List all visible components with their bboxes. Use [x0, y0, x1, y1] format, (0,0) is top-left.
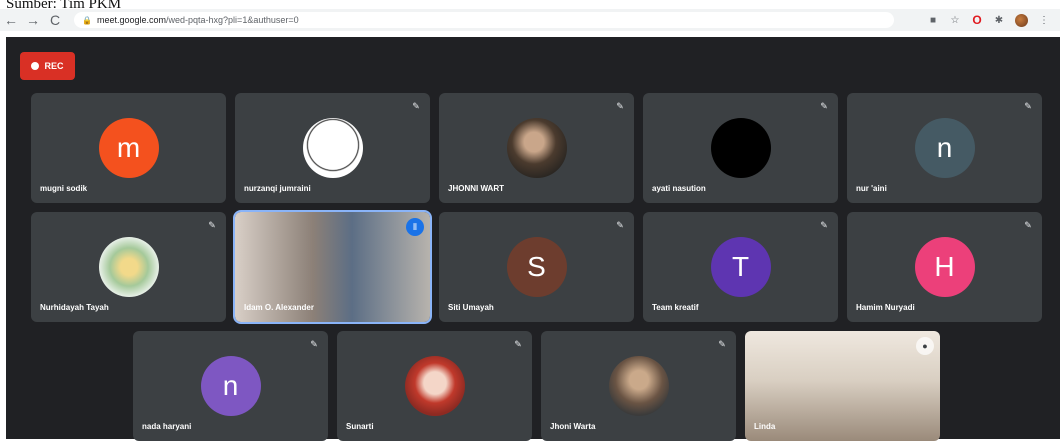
opera-extension-icon[interactable]: O: [971, 13, 983, 27]
participant-name: nur 'aini: [856, 184, 887, 193]
participant-tile[interactable]: n ✎ nur 'aini: [847, 93, 1042, 203]
participant-avatar: [608, 356, 669, 416]
forward-button[interactable]: →: [22, 9, 44, 31]
browser-toolbar: ← → C 🔒 meet.google.com /wed-pqta-hxg?pl…: [0, 9, 1060, 31]
mic-off-icon: ✎: [1024, 220, 1032, 230]
recording-badge: REC: [20, 52, 75, 80]
participant-avatar: [710, 118, 771, 178]
participant-name: Team kreatif: [652, 303, 699, 312]
mic-off-icon: ✎: [1024, 101, 1032, 111]
mic-off-icon: ✎: [514, 339, 522, 349]
participant-avatar: m: [98, 118, 159, 178]
participant-name: nada haryani: [142, 422, 192, 431]
lock-icon: 🔒: [82, 15, 92, 25]
mic-off-icon: ✎: [820, 220, 828, 230]
participant-name: Hamim Nuryadi: [856, 303, 915, 312]
camera-permission-icon[interactable]: ■: [927, 14, 939, 26]
profile-avatar[interactable]: [1015, 13, 1028, 27]
participant-name: Jhoni Warta: [550, 422, 596, 431]
record-dot-icon: [31, 62, 40, 70]
url-path: /wed-pqta-hxg?pli=1&authuser=0: [166, 15, 299, 25]
participant-name: Siti Umayah: [448, 303, 494, 312]
participant-tile[interactable]: H ✎ Hamim Nuryadi: [847, 212, 1042, 322]
participant-name: JHONNI WART: [448, 184, 504, 193]
participant-tile[interactable]: ✎ Jhoni Warta: [541, 331, 736, 441]
participant-avatar: S: [506, 237, 567, 297]
mic-off-icon: ✎: [616, 220, 624, 230]
participant-tile[interactable]: ✎ Nurhidayah Tayah: [31, 212, 226, 322]
mic-off-icon: [207, 101, 217, 112]
menu-dots-icon[interactable]: ⋮: [1038, 14, 1050, 26]
participant-tile[interactable]: ● Linda: [745, 331, 940, 441]
extension-puzzle-icon[interactable]: ✱: [993, 14, 1005, 26]
participant-tile[interactable]: ✎ nurzanqi jumraini: [235, 93, 430, 203]
meet-stage: REC m mugni sodik ✎ nurzanqi jumraini ✎ JHONN…: [6, 37, 1060, 441]
pin-icon[interactable]: ●: [916, 337, 934, 355]
participant-tile[interactable]: ✎ JHONNI WART: [439, 93, 634, 203]
participant-avatar: [506, 118, 567, 178]
reload-button[interactable]: C: [44, 9, 66, 31]
mic-off-icon: ✎: [412, 101, 420, 111]
participant-name: nurzanqi jumraini: [244, 184, 311, 193]
rec-label: REC: [44, 61, 64, 71]
participant-avatar: [98, 237, 159, 297]
participant-avatar: [302, 118, 363, 178]
participant-name: Idam O. Alexander: [244, 303, 314, 312]
participant-name: Nurhidayah Tayah: [40, 303, 109, 312]
participant-avatar: n: [914, 118, 975, 178]
participant-tile[interactable]: T ✎ Team kreatif: [643, 212, 838, 322]
participant-name: Sunarti: [346, 422, 374, 431]
star-icon[interactable]: ☆: [949, 14, 961, 26]
participant-name: ayati nasution: [652, 184, 706, 193]
mic-off-icon: ✎: [718, 339, 726, 349]
speaking-indicator-icon: ⦀: [406, 218, 424, 236]
address-bar[interactable]: 🔒 meet.google.com /wed-pqta-hxg?pli=1&au…: [74, 12, 894, 28]
participant-avatar: T: [710, 237, 771, 297]
participant-avatar: H: [914, 237, 975, 297]
mic-off-icon: ✎: [616, 101, 624, 111]
participant-avatar: [404, 356, 465, 416]
mic-off-icon: ✎: [310, 339, 318, 349]
mic-off-icon: ✎: [208, 220, 216, 230]
participant-tile[interactable]: m mugni sodik: [31, 93, 226, 203]
url-host: meet.google.com: [96, 15, 167, 25]
participant-tile[interactable]: S ✎ Siti Umayah: [439, 212, 634, 322]
participant-tile[interactable]: n ✎ nada haryani: [133, 331, 328, 441]
participant-avatar: n: [200, 356, 261, 416]
participant-tile[interactable]: ⦀ Idam O. Alexander: [233, 210, 432, 324]
mic-off-icon: ✎: [820, 101, 828, 111]
participant-tile[interactable]: ✎ Sunarti: [337, 331, 532, 441]
participant-tile[interactable]: ✎ ayati nasution: [643, 93, 838, 203]
participant-name: mugni sodik: [40, 184, 88, 193]
back-button[interactable]: ←: [0, 9, 22, 31]
participant-name: Linda: [754, 422, 776, 431]
